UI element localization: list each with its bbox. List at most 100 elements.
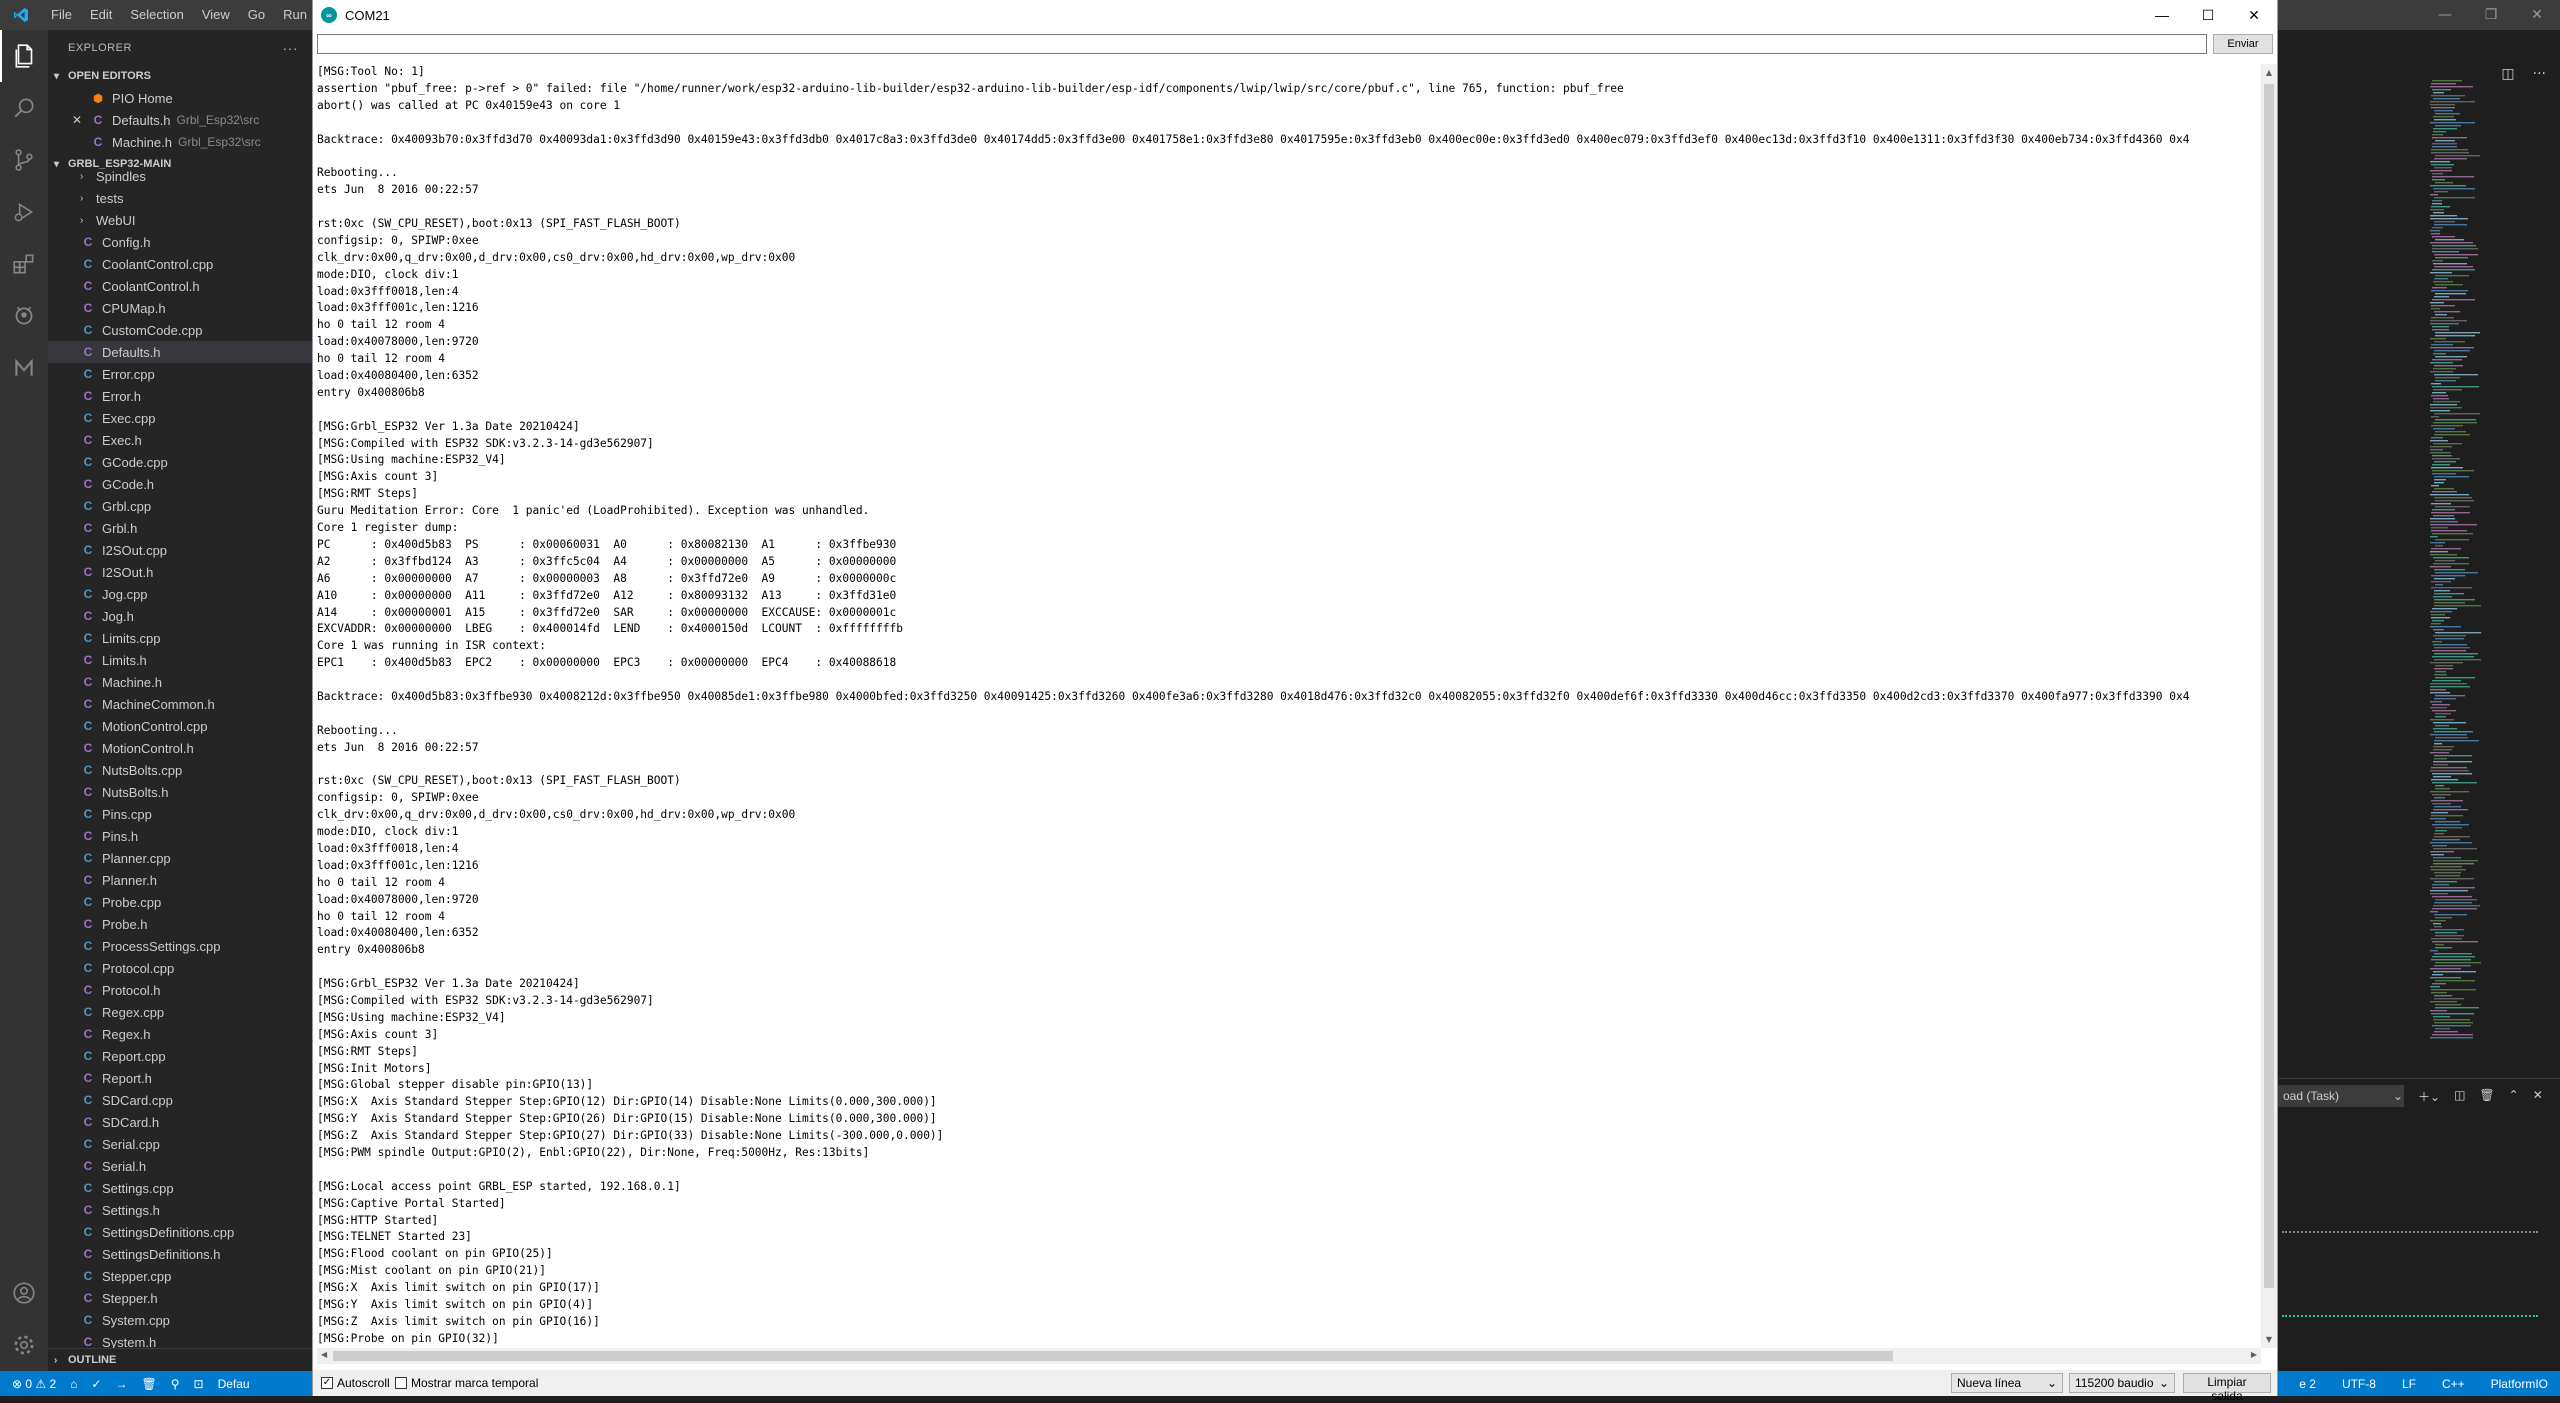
folder-webui[interactable]: › WebUI	[48, 209, 312, 231]
status-left-item[interactable]: 🗑	[141, 1377, 156, 1391]
file-item[interactable]: C Jog.cpp	[48, 583, 312, 605]
menu-item-file[interactable]: File	[42, 0, 81, 30]
file-item[interactable]: C Stepper.h	[48, 1287, 312, 1309]
remote-m-icon[interactable]	[0, 342, 48, 394]
file-item[interactable]: C SettingsDefinitions.cpp	[48, 1221, 312, 1243]
status-left-item[interactable]: Defau	[218, 1377, 250, 1391]
line-ending-select[interactable]: Nueva línea ⌄	[1951, 1373, 2063, 1393]
status-left-item[interactable]: ⊡	[194, 1377, 204, 1391]
explorer-icon[interactable]	[0, 30, 48, 82]
extensions-icon[interactable]	[0, 238, 48, 290]
status-right-item[interactable]: PlatformIO	[2491, 1377, 2548, 1391]
file-item[interactable]: C Pins.cpp	[48, 803, 312, 825]
outline-section[interactable]: › OUTLINE	[48, 1349, 312, 1371]
file-item[interactable]: C Planner.h	[48, 869, 312, 891]
serial-input[interactable]	[317, 34, 2207, 54]
file-item[interactable]: C Jog.h	[48, 605, 312, 627]
close-button[interactable]: ✕	[2231, 0, 2277, 30]
vscode-close-button[interactable]: ✕	[2514, 0, 2560, 30]
maximize-button[interactable]: ☐	[2185, 0, 2231, 30]
file-item[interactable]: C Regex.cpp	[48, 1001, 312, 1023]
baud-rate-select[interactable]: 115200 baudio ⌄	[2069, 1373, 2175, 1393]
trash-icon[interactable]: 🗑	[2479, 1088, 2494, 1105]
menu-item-view[interactable]: View	[193, 0, 239, 30]
status-left-item[interactable]: ✓	[91, 1377, 101, 1391]
file-item[interactable]: C Settings.h	[48, 1199, 312, 1221]
file-item[interactable]: C Settings.cpp	[48, 1177, 312, 1199]
file-item[interactable]: C CoolantControl.cpp	[48, 253, 312, 275]
status-right-item[interactable]: UTF-8	[2342, 1377, 2376, 1391]
file-item[interactable]: C Serial.cpp	[48, 1133, 312, 1155]
scroll-right-icon[interactable]: ▶	[2251, 1350, 2257, 1359]
accounts-icon[interactable]	[0, 1267, 48, 1319]
file-item[interactable]: C Planner.cpp	[48, 847, 312, 869]
source-control-icon[interactable]	[0, 134, 48, 186]
horizontal-scroll-thumb[interactable]	[333, 1351, 1893, 1361]
menu-item-selection[interactable]: Selection	[121, 0, 192, 30]
file-item[interactable]: C Probe.cpp	[48, 891, 312, 913]
scroll-down-icon[interactable]: ▼	[2261, 1335, 2277, 1344]
menu-item-go[interactable]: Go	[239, 0, 274, 30]
file-item[interactable]: C CustomCode.cpp	[48, 319, 312, 341]
file-item[interactable]: C Limits.h	[48, 649, 312, 671]
status-right-item[interactable]: e 2	[2299, 1377, 2316, 1391]
file-item[interactable]: C CPUMap.h	[48, 297, 312, 319]
split-terminal-icon[interactable]: ◫	[2454, 1088, 2465, 1105]
scroll-up-icon[interactable]: ▲	[2261, 68, 2277, 77]
open-editor-item[interactable]: ✕ C Defaults.h Grbl_Esp32\src	[48, 109, 312, 131]
file-item[interactable]: C MachineCommon.h	[48, 693, 312, 715]
file-item[interactable]: C Exec.h	[48, 429, 312, 451]
file-item[interactable]: C Config.h	[48, 231, 312, 253]
close-panel-icon[interactable]: ✕	[2533, 1088, 2543, 1105]
file-item[interactable]: C CoolantControl.h	[48, 275, 312, 297]
timestamp-checkbox[interactable]: Mostrar marca temporal	[395, 1376, 538, 1390]
maximize-panel-icon[interactable]: ⌃	[2509, 1088, 2519, 1105]
minimize-button[interactable]: —	[2139, 0, 2185, 30]
minimap[interactable]	[2428, 80, 2548, 1050]
menu-item-run[interactable]: Run	[274, 0, 316, 30]
horizontal-scrollbar[interactable]: ◀ ▶	[317, 1348, 2261, 1364]
close-icon[interactable]: ✕	[72, 113, 90, 127]
file-item[interactable]: C Stepper.cpp	[48, 1265, 312, 1287]
autoscroll-checkbox[interactable]: ✓ Autoscroll	[321, 1376, 390, 1390]
file-item[interactable]: C ProcessSettings.cpp	[48, 935, 312, 957]
file-item[interactable]: C Probe.h	[48, 913, 312, 935]
open-editor-item[interactable]: C Machine.h Grbl_Esp32\src	[48, 131, 312, 153]
file-item[interactable]: C Machine.h	[48, 671, 312, 693]
file-item[interactable]: C Protocol.h	[48, 979, 312, 1001]
file-item[interactable]: C Report.cpp	[48, 1045, 312, 1067]
file-item[interactable]: C Error.h	[48, 385, 312, 407]
status-left-item[interactable]: →	[115, 1377, 127, 1391]
status-left-item[interactable]: ⌂	[70, 1377, 77, 1391]
file-item[interactable]: C Limits.cpp	[48, 627, 312, 649]
serial-output[interactable]: [MSG:Tool No: 1] assertion "pbuf_free: p-…	[317, 64, 2261, 1348]
file-item[interactable]: C Grbl.cpp	[48, 495, 312, 517]
task-select[interactable]: oad (Task) ⌄	[2278, 1085, 2404, 1107]
status-right-item[interactable]: LF	[2402, 1377, 2416, 1391]
manage-gear-icon[interactable]	[0, 1319, 48, 1371]
file-item[interactable]: C Serial.h	[48, 1155, 312, 1177]
new-terminal-icon[interactable]: ＋⌄	[2418, 1088, 2440, 1105]
status-right-item[interactable]: C++	[2442, 1377, 2465, 1391]
file-item[interactable]: C I2SOut.h	[48, 561, 312, 583]
scroll-left-icon[interactable]: ◀	[321, 1350, 327, 1359]
file-item[interactable]: C NutsBolts.h	[48, 781, 312, 803]
vertical-scroll-thumb[interactable]	[2264, 84, 2274, 1288]
file-item[interactable]: C SDCard.h	[48, 1111, 312, 1133]
platformio-icon[interactable]	[0, 290, 48, 342]
open-editor-item[interactable]: ⬢ PIO Home	[48, 87, 312, 109]
send-button[interactable]: Enviar	[2213, 34, 2273, 54]
file-item[interactable]: C Exec.cpp	[48, 407, 312, 429]
more-actions-icon[interactable]: ···	[283, 40, 299, 56]
file-item[interactable]: C SDCard.cpp	[48, 1089, 312, 1111]
file-item[interactable]: C GCode.cpp	[48, 451, 312, 473]
search-icon[interactable]	[0, 82, 48, 134]
file-item[interactable]: C Regex.h	[48, 1023, 312, 1045]
file-item[interactable]: C SettingsDefinitions.h	[48, 1243, 312, 1265]
file-item[interactable]: C Report.h	[48, 1067, 312, 1089]
file-item[interactable]: C MotionControl.h	[48, 737, 312, 759]
open-editors-section[interactable]: ▾ OPEN EDITORS	[48, 65, 312, 87]
file-item[interactable]: C I2SOut.cpp	[48, 539, 312, 561]
clear-output-button[interactable]: Limpiar salida	[2183, 1373, 2271, 1403]
file-item[interactable]: C Pins.h	[48, 825, 312, 847]
